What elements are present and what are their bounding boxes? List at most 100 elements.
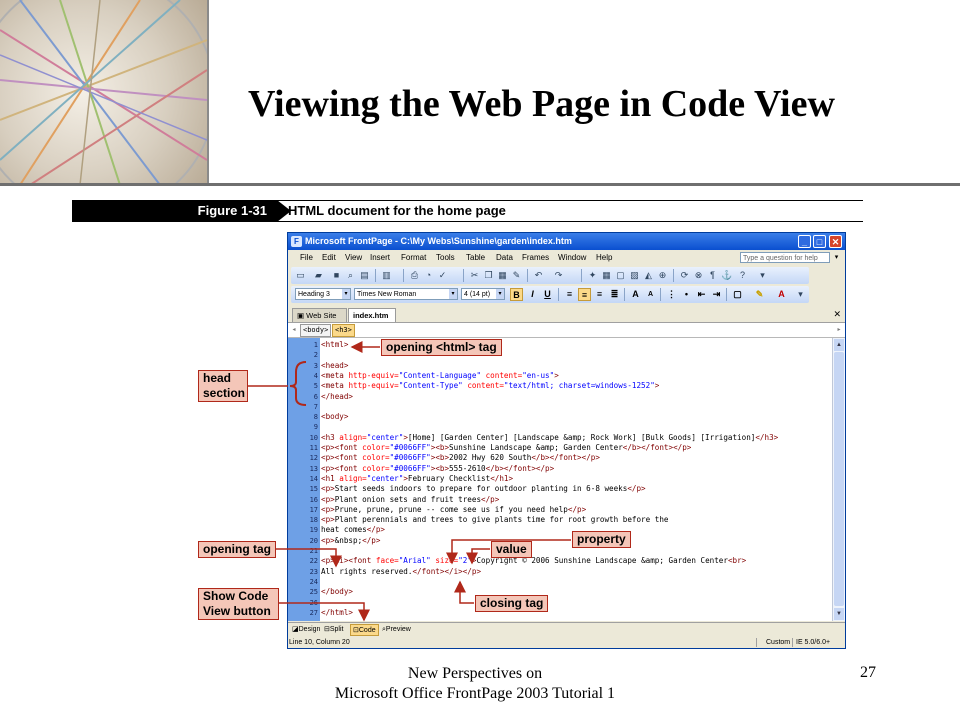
align-center-icon[interactable]: ≡ <box>578 288 591 301</box>
code-line[interactable]: 9 <box>288 422 832 432</box>
redo-icon[interactable]: ↷ <box>553 270 564 281</box>
new-page-icon[interactable]: ▭ <box>295 270 306 281</box>
code-line[interactable]: 10 <h3 align="center">[Home] [Garden Cent… <box>288 433 832 443</box>
preview-browser-icon[interactable]: ◔ <box>423 270 434 281</box>
toolbar-options-icon[interactable]: ▾ <box>795 289 806 300</box>
code-line[interactable]: 25 </body> <box>288 587 832 597</box>
code-line[interactable]: 15 <p>Start seeds indoors to prepare for … <box>288 484 832 494</box>
code-line[interactable]: 27 </html> <box>288 608 832 618</box>
increase-font-icon[interactable]: A <box>629 288 642 301</box>
copy-icon[interactable]: ❐ <box>483 270 494 281</box>
underline-button[interactable]: U <box>541 288 554 301</box>
stop-icon[interactable]: ⊗ <box>693 270 704 281</box>
increase-indent-icon[interactable]: ⇥ <box>710 288 723 301</box>
close-button[interactable]: ✕ <box>829 235 842 248</box>
menu-view[interactable]: View <box>345 250 362 266</box>
minimize-button[interactable]: _ <box>798 235 811 248</box>
menu-format[interactable]: Format <box>401 250 426 266</box>
numbering-icon[interactable]: ⋮ <box>665 288 678 301</box>
align-left-icon[interactable]: ≡ <box>563 288 576 301</box>
tag-chip-h3[interactable]: <h3> <box>332 324 355 337</box>
cut-icon[interactable]: ✂ <box>469 270 480 281</box>
code-line[interactable]: 19 heat comes</p> <box>288 525 832 535</box>
menu-tools[interactable]: Tools <box>436 250 455 266</box>
font-select[interactable]: Times New Roman ▾ <box>354 288 458 300</box>
font-color-icon[interactable]: A <box>775 288 788 301</box>
code-line[interactable]: 21 <box>288 546 832 556</box>
code-line[interactable]: 22 <p><i><font face="Arial" size="2">Copy… <box>288 556 832 566</box>
publish-icon[interactable]: ▤ <box>359 270 370 281</box>
code-line[interactable]: 12 <p><font color="#0066FF"><b>2002 Hwy 6… <box>288 453 832 463</box>
menu-data[interactable]: Data <box>496 250 513 266</box>
menu-frames[interactable]: Frames <box>522 250 549 266</box>
code-line[interactable]: 2 <box>288 350 832 360</box>
web-component-icon[interactable]: ✦ <box>587 270 598 281</box>
save-icon[interactable]: ■ <box>331 270 342 281</box>
code-line[interactable]: 4 <meta http-equiv="Content-Language" con… <box>288 371 832 381</box>
justify-icon[interactable]: ≣ <box>608 288 621 301</box>
open-folder-icon[interactable]: ▰ <box>313 270 324 281</box>
code-line[interactable]: 23 All rights reserved.</font></i></p> <box>288 567 832 577</box>
highlight-icon[interactable]: ✎ <box>753 288 766 301</box>
code-line[interactable]: 14 <h1 align="center">February Checklist<… <box>288 474 832 484</box>
anchor-icon[interactable]: ⚓ <box>721 270 732 281</box>
bullets-icon[interactable]: • <box>680 288 693 301</box>
hyperlink-icon[interactable]: ⊕ <box>657 270 668 281</box>
tab-index-htm[interactable]: index.htm <box>348 308 396 322</box>
scroll-thumb[interactable] <box>834 352 844 606</box>
code-line[interactable]: 16 <p>Plant onion sets and fruit trees</p… <box>288 495 832 505</box>
split-view-button[interactable]: ⊟Split <box>322 624 346 636</box>
spelling-icon[interactable]: ✓ <box>437 270 448 281</box>
font-size-select[interactable]: 4 (14 pt) ▾ <box>461 288 505 300</box>
code-line[interactable]: 5 <meta http-equiv="Content-Type" content… <box>288 381 832 391</box>
code-line[interactable]: 20 <p>&nbsp;</p> <box>288 536 832 546</box>
menu-help[interactable]: Help <box>596 250 612 266</box>
bold-button[interactable]: B <box>510 288 523 301</box>
menu-window[interactable]: Window <box>558 250 586 266</box>
maximize-button[interactable]: □ <box>813 235 826 248</box>
code-line[interactable]: 26 <box>288 598 832 608</box>
refresh-icon[interactable]: ⟳ <box>679 270 690 281</box>
format-painter-icon[interactable]: ✎ <box>511 270 522 281</box>
code-line[interactable]: 11 <p><font color="#0066FF"><b>Sunshine L… <box>288 443 832 453</box>
search-icon[interactable]: ⌕ <box>345 270 356 281</box>
code-line[interactable]: 17 <p>Prune, prune, prune -- come see us … <box>288 505 832 515</box>
scroll-down-icon[interactable]: ▼ <box>834 608 844 620</box>
help-icon[interactable]: ? <box>737 270 748 281</box>
code-line[interactable]: 8 <body> <box>288 412 832 422</box>
preview-view-button[interactable]: ⌕Preview <box>380 624 413 636</box>
vertical-scrollbar[interactable]: ▲ ▼ <box>832 338 845 621</box>
code-line[interactable]: 1 <html> <box>288 340 832 350</box>
paragraph-marks-icon[interactable]: ¶ <box>707 270 718 281</box>
code-line[interactable]: 6 </head> <box>288 392 832 402</box>
code-line[interactable]: 18 <p>Plant perennials and trees to give … <box>288 515 832 525</box>
border-icon[interactable]: ▢ <box>731 288 744 301</box>
close-document-icon[interactable]: ✕ <box>833 308 841 320</box>
scroll-up-icon[interactable]: ▲ <box>834 339 844 351</box>
title-bar[interactable]: F Microsoft FrontPage - C:\My Webs\Sunsh… <box>288 233 845 250</box>
code-view-button[interactable]: ⊡Code <box>350 624 379 636</box>
tag-chip-body[interactable]: <body> <box>300 324 332 337</box>
menu-insert[interactable]: Insert <box>370 250 390 266</box>
toolbar-options-icon[interactable]: ▾ <box>757 270 768 281</box>
code-line[interactable]: 13 <p><font color="#0066FF"><b>555-2610</… <box>288 464 832 474</box>
insert-table-icon[interactable]: ▦ <box>601 270 612 281</box>
italic-button[interactable]: I <box>526 288 539 301</box>
menu-table[interactable]: Table <box>466 250 485 266</box>
paste-icon[interactable]: ▦ <box>497 270 508 281</box>
code-editor[interactable]: 1 <html> 2 3 <head> 4 <meta http-equiv="Conten… <box>288 338 832 621</box>
tag-prev-icon[interactable]: ◂ <box>290 325 298 335</box>
toggle-pane-icon[interactable]: ▥ <box>381 270 392 281</box>
style-select[interactable]: Heading 3 ▾ <box>295 288 351 300</box>
insert-picture-icon[interactable]: ▨ <box>629 270 640 281</box>
design-view-button[interactable]: ◪Design <box>290 624 322 636</box>
tab-web-site[interactable]: ▣ Web Site <box>292 308 347 322</box>
align-right-icon[interactable]: ≡ <box>593 288 606 301</box>
decrease-indent-icon[interactable]: ⇤ <box>695 288 708 301</box>
drawing-icon[interactable]: ◭ <box>643 270 654 281</box>
print-icon[interactable]: ⎙ <box>409 270 420 281</box>
code-line[interactable]: 7 <box>288 402 832 412</box>
menu-edit[interactable]: Edit <box>322 250 336 266</box>
decrease-font-icon[interactable]: A <box>644 288 657 301</box>
code-line[interactable]: 24 <box>288 577 832 587</box>
